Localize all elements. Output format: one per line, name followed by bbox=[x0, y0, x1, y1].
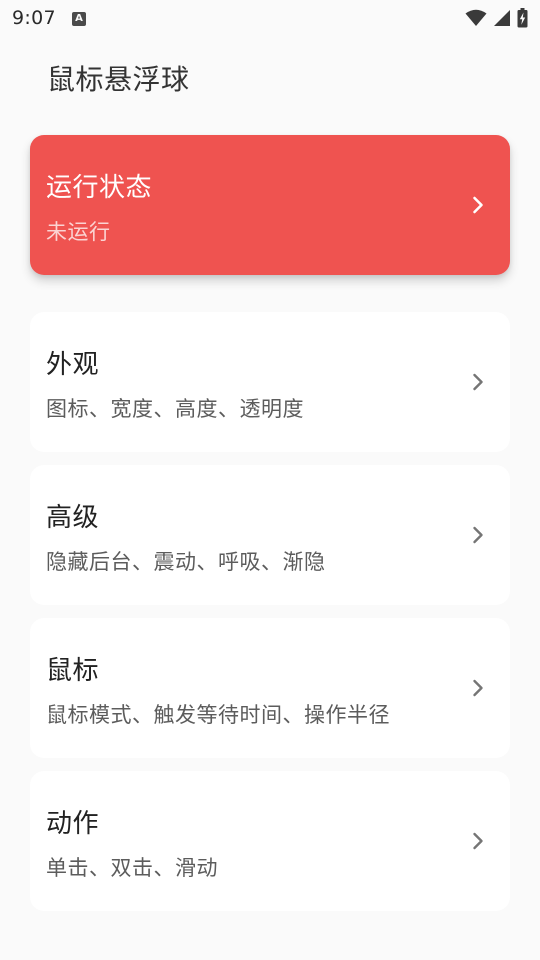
status-icons bbox=[465, 8, 528, 28]
chevron-right-icon bbox=[473, 373, 483, 391]
advanced-card[interactable]: 高级 隐藏后台、震动、呼吸、渐隐 bbox=[30, 465, 510, 605]
chevron-right-icon bbox=[473, 526, 483, 544]
wifi-icon bbox=[465, 9, 487, 26]
running-status-card[interactable]: 运行状态 未运行 bbox=[30, 135, 510, 275]
mouse-card[interactable]: 鼠标 鼠标模式、触发等待时间、操作半径 bbox=[30, 618, 510, 758]
card-subtitle: 鼠标模式、触发等待时间、操作半径 bbox=[46, 703, 390, 727]
chevron-right-icon bbox=[473, 196, 483, 214]
card-subtitle: 隐藏后台、震动、呼吸、渐隐 bbox=[46, 550, 326, 574]
battery-charging-icon bbox=[517, 8, 528, 28]
card-subtitle: 图标、宽度、高度、透明度 bbox=[46, 397, 304, 421]
status-bar: 9:07 A bbox=[0, 0, 540, 36]
status-time: 9:07 bbox=[12, 7, 56, 29]
card-subtitle: 未运行 bbox=[46, 220, 111, 244]
actions-card[interactable]: 动作 单击、双击、滑动 bbox=[30, 771, 510, 911]
card-title: 外观 bbox=[46, 350, 100, 380]
card-subtitle: 单击、双击、滑动 bbox=[46, 856, 218, 880]
card-title: 高级 bbox=[46, 503, 100, 533]
appearance-card[interactable]: 外观 图标、宽度、高度、透明度 bbox=[30, 312, 510, 452]
chevron-right-icon bbox=[473, 679, 483, 697]
a-notification-icon: A bbox=[72, 12, 86, 26]
chevron-right-icon bbox=[473, 832, 483, 850]
card-title: 动作 bbox=[46, 809, 100, 839]
card-title: 鼠标 bbox=[46, 656, 100, 686]
card-title: 运行状态 bbox=[46, 173, 153, 203]
page-title: 鼠标悬浮球 bbox=[47, 63, 190, 96]
cellular-signal-icon bbox=[494, 10, 510, 26]
